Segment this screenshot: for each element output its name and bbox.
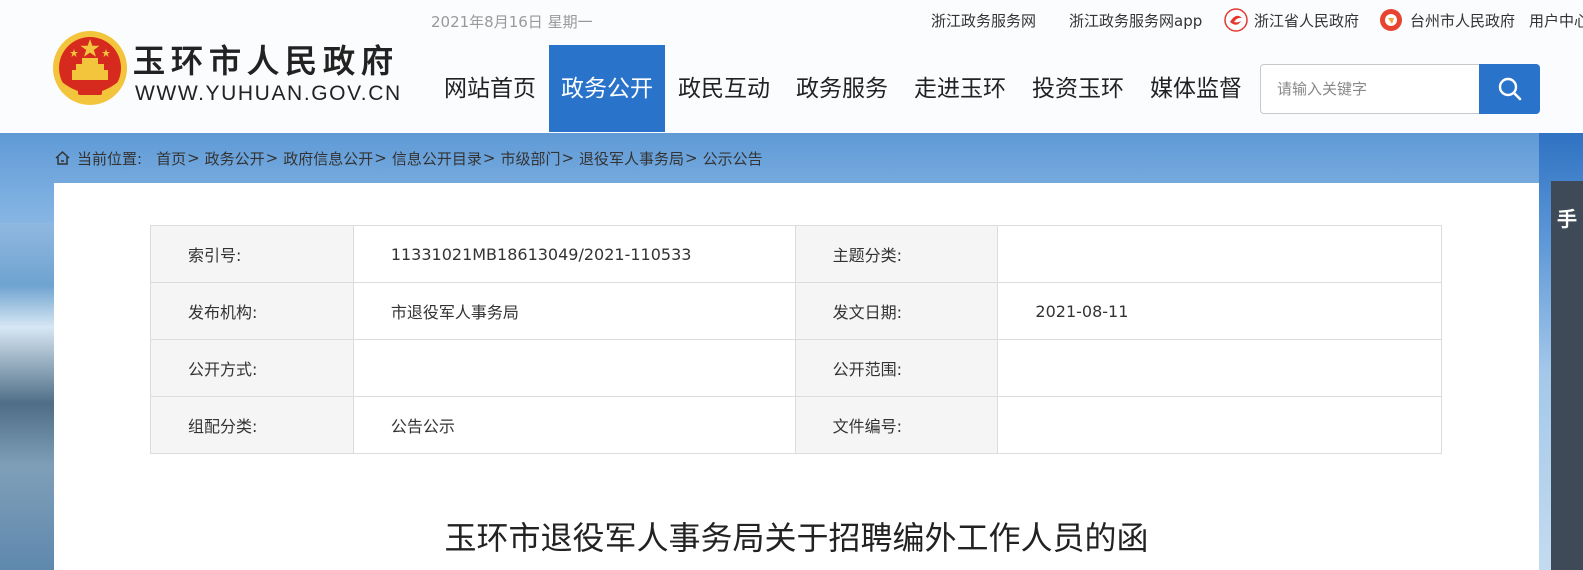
nav-item-interaction[interactable]: 政民互动 <box>667 45 781 132</box>
breadcrumb-item-info-open[interactable]: 政府信息公开 <box>283 148 373 169</box>
breadcrumb-separator: > <box>187 149 200 167</box>
table-row: 组配分类: 公告公示 文件编号: <box>150 396 1442 454</box>
top-link-taizhou-gov[interactable]: 台州市人民政府 <box>1410 10 1515 31</box>
breadcrumb-item-announcements[interactable]: 公示公告 <box>703 148 763 169</box>
top-link-zjzwfw[interactable]: 浙江政务服务网 <box>931 10 1036 31</box>
meta-value-topic <box>997 225 1442 283</box>
nav-item-home[interactable]: 网站首页 <box>433 45 547 132</box>
nav-item-media-supervision[interactable]: 媒体监督 <box>1139 45 1253 132</box>
breadcrumb-item-city-depts[interactable]: 市级部门 <box>500 148 560 169</box>
side-float-tab[interactable]: 手 <box>1551 181 1583 570</box>
breadcrumb-item-catalog[interactable]: 信息公开目录 <box>392 148 482 169</box>
meta-label-open-scope: 公开范围: <box>794 339 999 397</box>
breadcrumb: 当前位置: 首页 > 政务公开 > 政府信息公开 > 信息公开目录 > 市级部门 > 退役… <box>54 148 763 168</box>
meta-label-category: 组配分类: <box>150 396 354 454</box>
breadcrumb-item-veterans-bureau[interactable]: 退役军人事务局 <box>579 148 684 169</box>
meta-label-publisher: 发布机构: <box>150 282 354 340</box>
meta-value-issue-date: 2021-08-11 <box>997 282 1442 340</box>
nav-item-services[interactable]: 政务服务 <box>785 45 899 132</box>
meta-label-topic: 主题分类: <box>794 225 999 283</box>
meta-value-index-no: 11331021MB18613049/2021-110533 <box>352 225 796 283</box>
breadcrumb-item-home[interactable]: 首页 <box>156 148 186 169</box>
breadcrumb-item-gov-affairs[interactable]: 政务公开 <box>205 148 265 169</box>
background-scenery-left <box>0 223 54 570</box>
meta-label-issue-date: 发文日期: <box>794 282 999 340</box>
search-button[interactable] <box>1479 64 1540 114</box>
content-card: 索引号: 11331021MB18613049/2021-110533 主题分类… <box>54 183 1539 570</box>
site-header: 玉环市人民政府 WWW.YUHUAN.GOV.CN 2021年8月16日 星期一… <box>0 0 1583 133</box>
breadcrumb-separator: > <box>265 149 279 167</box>
nav-item-invest[interactable]: 投资玉环 <box>1021 45 1135 132</box>
breadcrumb-separator: > <box>482 149 496 167</box>
meta-value-publisher: 市退役军人事务局 <box>352 282 796 340</box>
meta-label-index-no: 索引号: <box>150 225 354 283</box>
taizhou-gov-logo-icon <box>1380 9 1402 31</box>
table-row: 公开方式: 公开范围: <box>150 339 1442 397</box>
top-link-zhejiang-gov[interactable]: 浙江省人民政府 <box>1254 10 1359 31</box>
top-link-user-center[interactable]: 用户中心 <box>1529 10 1583 31</box>
breadcrumb-separator: > <box>561 149 575 167</box>
meta-label-doc-number: 文件编号: <box>794 396 999 454</box>
top-link-zjzwfw-app[interactable]: 浙江政务服务网app <box>1069 10 1202 31</box>
home-icon <box>55 150 70 165</box>
zhejiang-gov-logo-icon <box>1224 8 1248 32</box>
nav-item-gov-affairs-open[interactable]: 政务公开 <box>549 45 665 132</box>
nav-item-about-yuhuan[interactable]: 走进玉环 <box>903 45 1017 132</box>
breadcrumb-label: 当前位置: <box>77 149 143 168</box>
meta-value-open-scope <box>997 339 1442 397</box>
top-links: 浙江政务服务网 浙江政务服务网app 浙江省人民政府 台州市人民政府 用户中心 <box>0 8 1583 32</box>
table-row: 发布机构: 市退役军人事务局 发文日期: 2021-08-11 <box>150 282 1442 340</box>
document-meta-table: 索引号: 11331021MB18613049/2021-110533 主题分类… <box>150 225 1442 454</box>
meta-label-open-method: 公开方式: <box>150 339 354 397</box>
meta-value-open-method <box>352 339 796 397</box>
breadcrumb-separator: > <box>685 149 698 167</box>
search-input[interactable] <box>1260 64 1480 114</box>
breadcrumb-separator: > <box>374 149 387 167</box>
side-float-tab-label: 手 <box>1557 207 1577 231</box>
article-title: 玉环市退役军人事务局关于招聘编外工作人员的函 <box>444 519 1149 557</box>
table-row: 索引号: 11331021MB18613049/2021-110533 主题分类… <box>150 225 1442 283</box>
meta-value-category: 公告公示 <box>352 396 796 454</box>
meta-value-doc-number <box>997 396 1442 454</box>
search-icon <box>1498 77 1521 101</box>
